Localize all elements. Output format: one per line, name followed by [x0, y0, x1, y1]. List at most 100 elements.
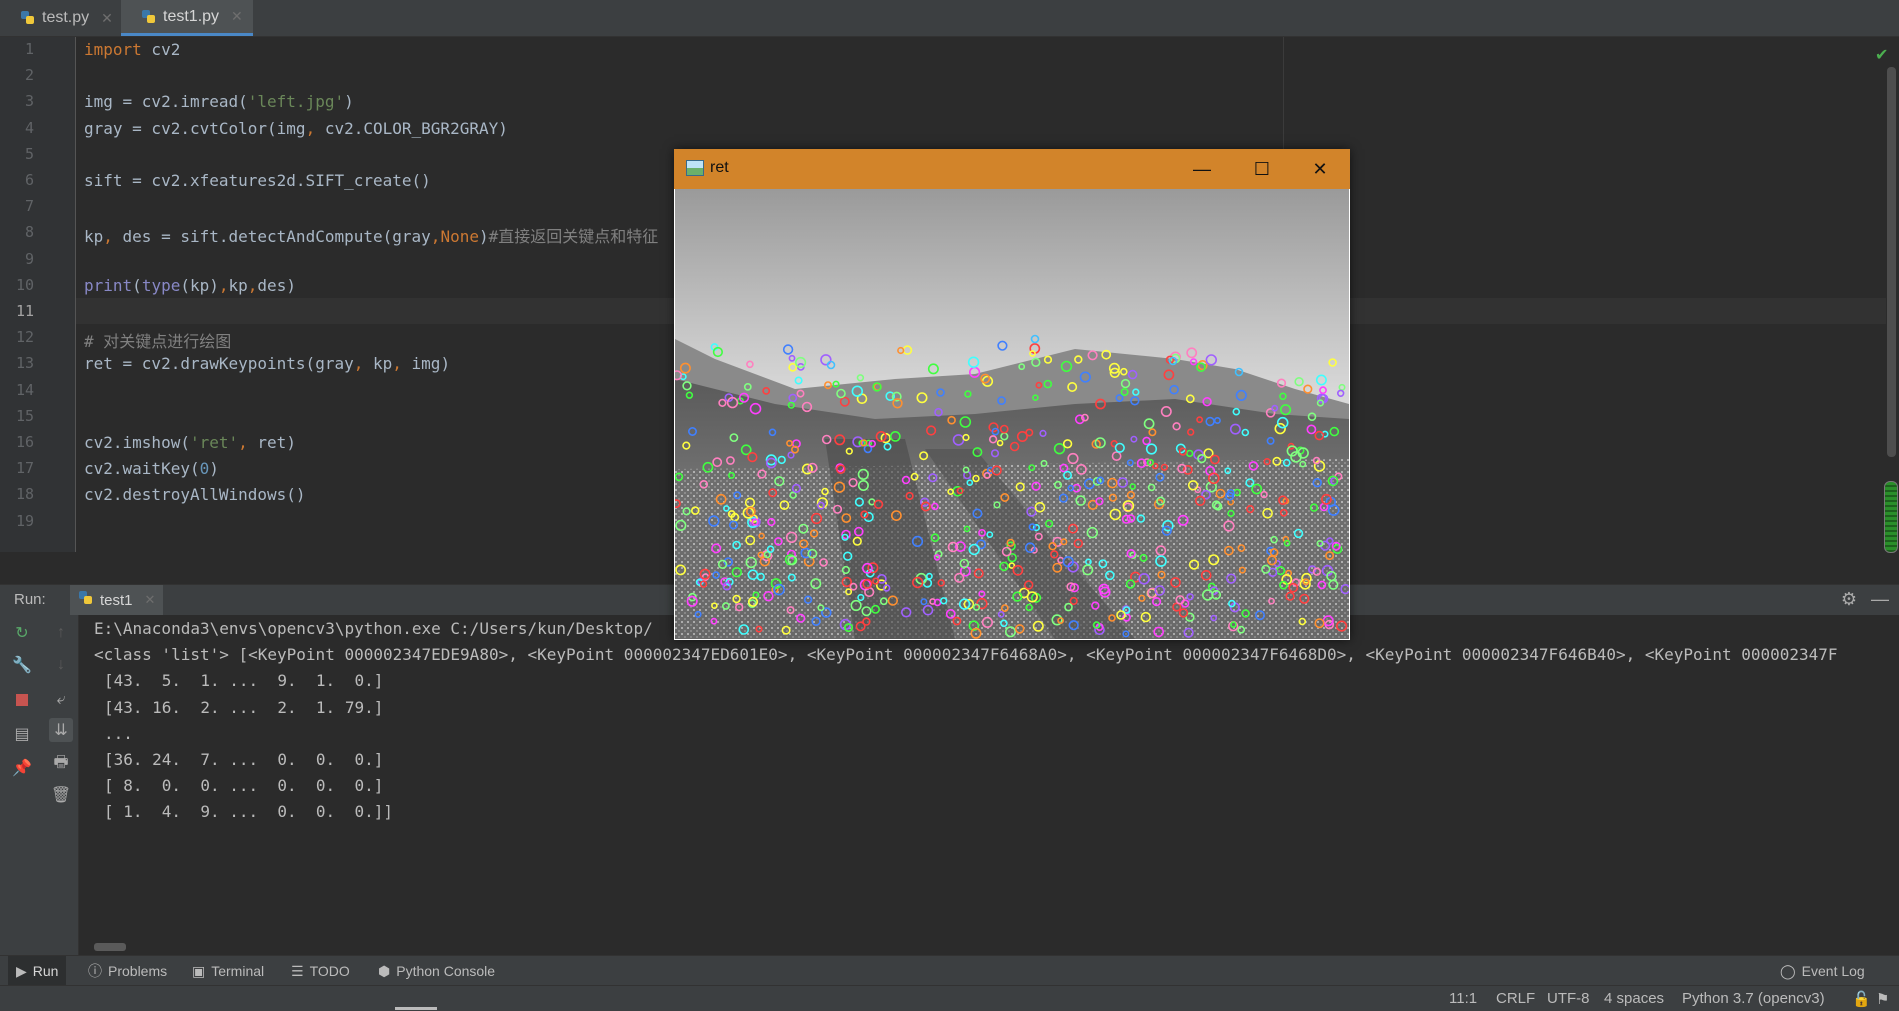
trash-icon[interactable]: 🗑	[49, 783, 73, 807]
code-line[interactable]: cv2.waitKey(0)	[84, 459, 219, 478]
console-line: [ 8. 0. 0. ... 0. 0. 0.]	[104, 776, 384, 796]
event-log-button[interactable]: ◯ Event Log	[1772, 956, 1873, 986]
tool-label: TODO	[309, 963, 350, 979]
wrench-icon[interactable]: 🔧	[10, 653, 34, 677]
line-number: 13	[15, 354, 34, 373]
code-line[interactable]: import cv2	[84, 40, 180, 59]
tool-todo[interactable]: ☰ TODO	[283, 956, 358, 986]
tool-run[interactable]: ▶ Run	[8, 956, 67, 986]
code-token: None	[440, 227, 479, 247]
image-window-titlebar[interactable]: ret — ☐ ✕	[674, 149, 1350, 189]
code-line[interactable]: print(type(kp),kp,des)	[84, 276, 296, 295]
lock-icon[interactable]: 🔓	[1852, 990, 1871, 1008]
line-number: 8	[24, 223, 34, 242]
run-console[interactable]: ↻ 🔧 ▤ 📌 ↑ ↓ ⤶ ⇊ 🖶 🗑 E:\Anaconda3\envs\op…	[0, 615, 1899, 955]
code-token: cv2.destroyAllWindows()	[84, 485, 306, 505]
code-token: ,	[430, 227, 441, 247]
tool-python-console[interactable]: ⬢ Python Console	[370, 956, 503, 986]
close-icon[interactable]: ✕	[101, 10, 113, 27]
line-number: 11	[15, 302, 34, 320]
code-line[interactable]: cv2.destroyAllWindows()	[84, 485, 306, 504]
tab-label: test1.py	[163, 7, 220, 25]
code-token: # 对关键点进行绘图	[84, 332, 232, 352]
rerun-icon[interactable]: ↻	[10, 621, 34, 645]
check-icon: ✔	[1875, 47, 1889, 64]
code-token: ,	[103, 227, 113, 247]
code-line[interactable]: cv2.imshow('ret', ret)	[84, 433, 296, 452]
tool-label: Run	[32, 963, 59, 979]
run-tab-test1[interactable]: test1 ✕	[70, 585, 164, 615]
code-token: (kp)	[180, 275, 219, 295]
code-line[interactable]: img = cv2.imread('left.jpg')	[84, 92, 354, 111]
arrow-up-icon[interactable]: ↑	[49, 621, 73, 645]
maximize-window-icon[interactable]: ☐	[1234, 149, 1290, 189]
event-log-label: Event Log	[1801, 963, 1865, 979]
console-line: [43. 16. 2. ... 2. 1. 79.]	[104, 697, 384, 717]
code-token: 'ret'	[189, 433, 239, 452]
close-icon[interactable]: ✕	[145, 592, 156, 608]
editor-tab-bar: test.py ✕ test1.py ✕	[0, 0, 1899, 37]
line-number: 6	[24, 171, 34, 189]
scroll-to-end-icon[interactable]: ⇊	[49, 718, 73, 742]
line-separator[interactable]: CRLF	[1496, 990, 1535, 1007]
run-tab-label: test1	[100, 591, 133, 609]
line-number: 18	[15, 485, 34, 504]
code-line[interactable]: gray = cv2.cvtColor(img, cv2.COLOR_BGR2G…	[84, 119, 508, 138]
line-number-gutter: 1 2 3 4 5 6 7 8 9 10 11 12 13 14 15 16 17 18 19	[0, 37, 76, 552]
code-token: img = cv2.imread(	[84, 92, 248, 112]
code-token: gray = cv2.cvtColor(img	[84, 118, 306, 138]
code-token: ,	[238, 433, 248, 452]
run-panel-label: Run:	[14, 591, 46, 608]
close-window-icon[interactable]: ✕	[1292, 149, 1348, 189]
console-line: <class 'list'> [<KeyPoint 000002347EDE9A…	[94, 645, 1838, 665]
code-token: ,	[353, 354, 364, 374]
indent-setting[interactable]: 4 spaces	[1604, 990, 1664, 1007]
code-line[interactable]: kp, des = sift.detectAndCompute(gray,Non…	[84, 223, 658, 247]
code-token: 0	[199, 459, 210, 479]
python-interpreter[interactable]: Python 3.7 (opencv3)	[1682, 990, 1825, 1007]
python-file-icon	[141, 9, 157, 25]
console-line: [ 1. 4. 9. ... 0. 0. 0.]]	[104, 802, 393, 822]
run-icon: ▶	[16, 962, 27, 979]
code-line[interactable]: sift = cv2.xfeatures2d.SIFT_create()	[84, 171, 431, 190]
code-token: 'left.jpg'	[247, 92, 345, 112]
arrow-down-icon[interactable]: ↓	[49, 653, 73, 677]
run-toolbar-secondary: ↑ ↓ ⤶ ⇊ 🖶 🗑	[44, 615, 79, 955]
line-number: 14	[15, 380, 34, 399]
code-token: ret)	[247, 433, 296, 452]
vertical-scrollbar[interactable]	[1887, 67, 1896, 457]
tab-test1-py[interactable]: test1.py ✕	[121, 0, 253, 36]
code-token: ,	[305, 118, 316, 138]
line-number: 7	[24, 197, 34, 216]
line-number: 1	[24, 40, 34, 58]
layout-icon[interactable]: ▤	[10, 722, 34, 746]
code-line[interactable]: # 对关键点进行绘图	[84, 328, 231, 352]
soft-wrap-icon[interactable]: ⤶	[49, 688, 73, 712]
code-token: print	[84, 275, 133, 295]
tool-terminal[interactable]: ▣ Terminal	[184, 956, 272, 986]
code-token: (	[132, 275, 142, 295]
image-window-ret[interactable]: ret — ☐ ✕	[674, 149, 1350, 640]
gear-icon[interactable]: ⚙	[1841, 589, 1857, 610]
line-number: 9	[24, 249, 34, 268]
tool-problems[interactable]: ⓘ Problems	[80, 956, 175, 986]
print-icon[interactable]: 🖶	[49, 752, 73, 776]
tab-test-py[interactable]: test.py ✕	[0, 0, 123, 36]
close-icon[interactable]: ✕	[231, 8, 243, 25]
caret-position[interactable]: 11:1	[1449, 990, 1477, 1007]
code-line[interactable]: ret = cv2.drawKeypoints(gray, kp, img)	[84, 354, 450, 373]
code-token: )	[209, 459, 219, 479]
code-token: )	[344, 92, 354, 112]
code-token: )	[478, 227, 489, 247]
pin-icon[interactable]: 📌	[10, 756, 34, 780]
file-encoding[interactable]: UTF-8	[1547, 990, 1590, 1007]
console-line: [36. 24. 7. ... 0. 0. 0.]	[104, 750, 384, 769]
stop-icon[interactable]	[10, 688, 34, 712]
minimize-icon[interactable]: —	[1871, 589, 1889, 610]
notifications-icon[interactable]: ⚑	[1876, 990, 1889, 1008]
minimize-window-icon[interactable]: —	[1174, 149, 1230, 189]
horizontal-scrollbar[interactable]	[94, 943, 126, 951]
console-line: [43. 5. 1. ... 9. 1. 0.]	[104, 671, 384, 691]
keypoints-image	[675, 189, 1349, 639]
status-bar: 11:1 CRLF UTF-8 4 spaces Python 3.7 (ope…	[0, 985, 1899, 1011]
